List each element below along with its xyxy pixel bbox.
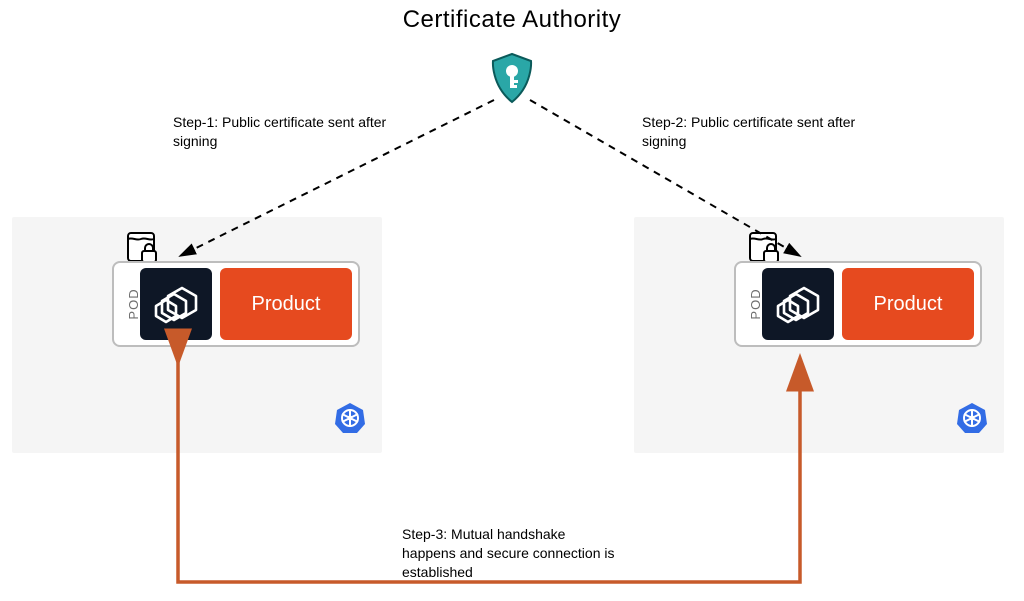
pod-label: POD (126, 288, 141, 319)
cluster-left: POD Product (12, 217, 382, 453)
step3-label: Step-3: Mutual handshake happens and sec… (402, 525, 622, 582)
step2-label: Step-2: Public certificate sent after si… (642, 113, 862, 151)
step1-label: Step-1: Public certificate sent after si… (173, 113, 393, 151)
kubernetes-icon (956, 402, 988, 439)
kubernetes-icon (334, 402, 366, 439)
pod-right: POD Product (734, 261, 982, 347)
sidecar-proxy-icon (140, 268, 212, 340)
pod-label: POD (748, 288, 763, 319)
cluster-right: POD Product (634, 217, 1004, 453)
ca-shield-icon (489, 52, 535, 111)
sidecar-proxy-icon (762, 268, 834, 340)
product-box: Product (842, 268, 974, 340)
product-box: Product (220, 268, 352, 340)
pod-left: POD Product (112, 261, 360, 347)
diagram-title: Certificate Authority (403, 6, 622, 34)
